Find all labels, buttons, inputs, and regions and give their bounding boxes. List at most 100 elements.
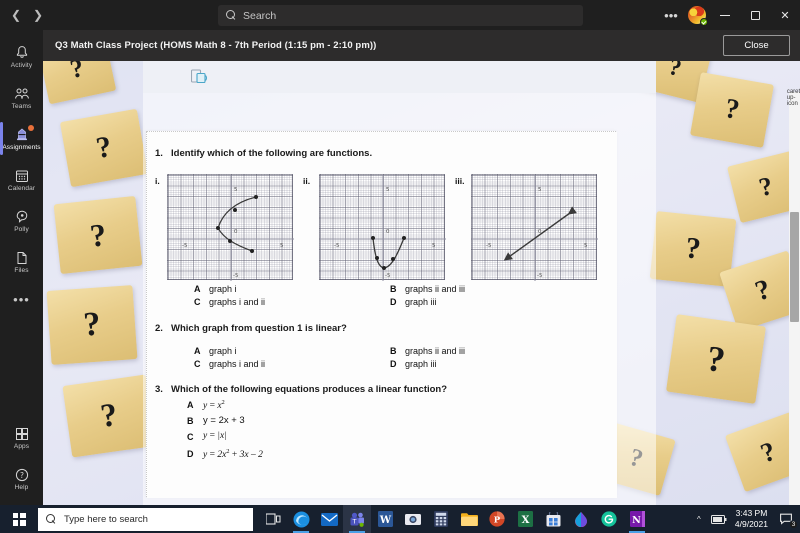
titlebar-controls: ••• ✕ bbox=[658, 0, 800, 30]
calculator-icon[interactable] bbox=[427, 505, 455, 533]
taskbar-clock[interactable]: 3:43 PM 4/9/2021 bbox=[729, 508, 774, 530]
clock-date: 4/9/2021 bbox=[734, 519, 768, 529]
avatar[interactable] bbox=[684, 4, 710, 26]
immersive-reader-icon[interactable] bbox=[190, 69, 209, 85]
q2-option-d-text[interactable]: graph iii bbox=[405, 359, 437, 369]
sidebar-item-assignments[interactable]: Assignments bbox=[0, 118, 43, 159]
q1-option-d-text[interactable]: graph iii bbox=[405, 297, 437, 307]
svg-text:5: 5 bbox=[234, 187, 238, 193]
question-2-text: Which graph from question 1 is linear? bbox=[171, 323, 347, 334]
document-viewer: 1. Identify which of the following are f… bbox=[143, 61, 656, 505]
q2-option-c-text[interactable]: graphs i and ii bbox=[209, 359, 265, 369]
question-2-number: 2. bbox=[155, 323, 163, 334]
svg-text:-5: -5 bbox=[537, 273, 543, 279]
file-icon bbox=[14, 250, 30, 266]
svg-text:-5: -5 bbox=[385, 273, 391, 279]
svg-text:-5: -5 bbox=[486, 243, 492, 249]
q1-option-a-text[interactable]: graph i bbox=[209, 284, 237, 294]
camera-icon[interactable] bbox=[399, 505, 427, 533]
q3-option-b-text[interactable]: y = 2x + 3 bbox=[203, 415, 245, 426]
apps-icon bbox=[14, 426, 30, 442]
calendar-icon bbox=[14, 168, 30, 184]
sidebar-item-help[interactable]: ? Help bbox=[0, 458, 43, 499]
assignment-modal: Q3 Math Class Project (HOMS Math 8 - 7th… bbox=[43, 30, 800, 505]
onenote-icon[interactable]: N bbox=[623, 505, 651, 533]
sidebar-item-apps[interactable]: Apps bbox=[0, 417, 43, 458]
q1-option-c-text[interactable]: graphs i and ii bbox=[209, 297, 265, 307]
svg-text:T: T bbox=[352, 518, 357, 526]
scrollbar-thumb[interactable] bbox=[790, 212, 799, 322]
teams-icon[interactable]: T bbox=[343, 505, 371, 533]
q3-option-d-letter: D bbox=[187, 449, 194, 459]
tray-chevron-icon[interactable]: ^ bbox=[689, 505, 709, 533]
graph-label-ii: ii. bbox=[303, 176, 311, 186]
graph-label-i: i. bbox=[155, 176, 160, 186]
sidebar-label-help: Help bbox=[14, 483, 29, 491]
paint-3d-icon[interactable] bbox=[567, 505, 595, 533]
q2-option-a-text[interactable]: graph i bbox=[209, 346, 237, 356]
chevron-right-icon[interactable]: ❯ bbox=[28, 4, 48, 26]
help-icon: ? bbox=[14, 467, 30, 483]
worksheet-page: 1. Identify which of the following are f… bbox=[147, 132, 617, 498]
sidebar-item-activity[interactable]: Activity bbox=[0, 36, 43, 77]
system-tray: ^ 3:43 PM 4/9/2021 3 bbox=[689, 505, 800, 533]
svg-text:-5: -5 bbox=[334, 243, 340, 249]
svg-text:?: ? bbox=[20, 471, 24, 480]
svg-text:X: X bbox=[521, 515, 529, 526]
minimize-button[interactable] bbox=[710, 0, 740, 30]
taskbar-search-placeholder: Type here to search bbox=[64, 513, 148, 525]
windows-start-icon[interactable] bbox=[0, 505, 38, 533]
sidebar-more-button[interactable]: ••• bbox=[0, 282, 43, 316]
settings-more-icon[interactable]: ••• bbox=[658, 0, 684, 30]
close-window-button[interactable]: ✕ bbox=[770, 0, 800, 30]
task-view-icon[interactable] bbox=[259, 505, 287, 533]
notification-center-icon[interactable]: 3 bbox=[774, 505, 800, 533]
assignment-body: 1. Identify which of the following are f… bbox=[43, 61, 800, 505]
sidebar-item-files[interactable]: Files bbox=[0, 241, 43, 282]
svg-text:0: 0 bbox=[538, 229, 542, 235]
maximize-button[interactable] bbox=[740, 0, 770, 30]
q3-option-c-text[interactable]: y = |x| bbox=[203, 431, 227, 441]
graph-iii: 5 0 -5 5 -5 bbox=[471, 174, 598, 281]
worksheet-card: 1. Identify which of the following are f… bbox=[146, 131, 617, 498]
battery-icon[interactable] bbox=[709, 505, 729, 533]
sidebar-label-calendar: Calendar bbox=[7, 184, 36, 192]
sidebar-label-polly: Polly bbox=[14, 225, 29, 233]
q3-option-d-text[interactable]: y = 2x2 + 3x – 2 bbox=[203, 448, 263, 460]
svg-text:5: 5 bbox=[584, 243, 588, 249]
word-icon[interactable]: W bbox=[371, 505, 399, 533]
q1-option-b-text[interactable]: graphs ii and iii bbox=[405, 284, 465, 294]
q2-option-a-letter: A bbox=[194, 346, 201, 356]
sidebar-item-calendar[interactable]: Calendar bbox=[0, 159, 43, 200]
sidebar-label-activity: Activity bbox=[10, 61, 33, 69]
q3-option-a-text[interactable]: y = x2 bbox=[203, 399, 225, 411]
sidebar-item-polly[interactable]: Polly bbox=[0, 200, 43, 241]
q2-option-b-text[interactable]: graphs ii and iii bbox=[405, 346, 465, 356]
powerpoint-icon[interactable]: P bbox=[483, 505, 511, 533]
grammarly-icon[interactable] bbox=[595, 505, 623, 533]
excel-icon[interactable]: X bbox=[511, 505, 539, 533]
sidebar-item-teams[interactable]: Teams bbox=[0, 77, 43, 118]
edge-icon[interactable] bbox=[287, 505, 315, 533]
windows-taskbar: Type here to search T W P X N ^ 3:43 PM … bbox=[0, 505, 800, 533]
close-button[interactable]: Close bbox=[723, 35, 790, 56]
people-icon bbox=[14, 86, 30, 102]
taskbar-icons: T W P X N bbox=[259, 505, 651, 533]
question-3-number: 3. bbox=[155, 384, 163, 395]
sidebar-label-files: Files bbox=[14, 266, 29, 274]
screen: ? ? ? ? ? ? ? ? ? ? ? ? ? Q3 Math Class … bbox=[0, 0, 800, 533]
modal-header: Q3 Math Class Project (HOMS Math 8 - 7th… bbox=[43, 30, 800, 61]
question-1-number: 1. bbox=[155, 148, 163, 159]
q2-option-d-letter: D bbox=[390, 359, 397, 369]
taskbar-search-input[interactable]: Type here to search bbox=[38, 507, 253, 531]
mail-icon[interactable] bbox=[315, 505, 343, 533]
caret-up-icon[interactable]: caret-up-icon bbox=[787, 89, 800, 107]
microsoft-store-icon[interactable] bbox=[539, 505, 567, 533]
file-explorer-icon[interactable] bbox=[455, 505, 483, 533]
notification-count-badge: 3 bbox=[789, 520, 798, 529]
search-input[interactable]: Search bbox=[218, 5, 583, 26]
svg-text:5: 5 bbox=[280, 243, 284, 249]
q1-option-c-letter: C bbox=[194, 297, 201, 307]
vertical-scrollbar[interactable]: caret-up-icon ▼ bbox=[787, 89, 800, 505]
chevron-left-icon[interactable]: ❮ bbox=[6, 4, 26, 26]
